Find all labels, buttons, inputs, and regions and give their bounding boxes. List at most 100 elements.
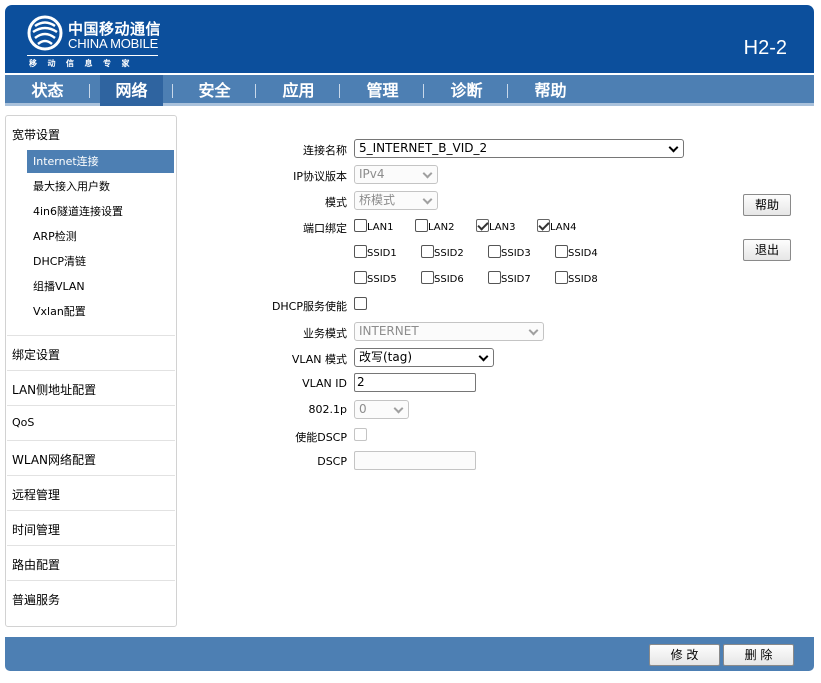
- dhcp-checkbox[interactable]: [354, 297, 367, 310]
- p8021-select[interactable]: 0: [354, 400, 409, 419]
- service-mode-value: INTERNET: [359, 324, 419, 338]
- ip-version-label: IP协议版本: [293, 170, 347, 183]
- sidebar-divider: [7, 440, 175, 441]
- nav-tab-apps[interactable]: 应用: [271, 75, 326, 106]
- ssid4-checkbox[interactable]: [555, 245, 568, 258]
- lan1-checkbox[interactable]: [354, 219, 367, 232]
- sidebar-group-binding[interactable]: 绑定设置: [6, 346, 176, 363]
- ssid8-checkbox[interactable]: [555, 271, 568, 284]
- ip-version-select[interactable]: IPv4: [354, 165, 438, 184]
- vlan-id-label: VLAN ID: [302, 377, 347, 390]
- ssid5-label: SSID5: [367, 274, 397, 285]
- sidebar-group-qos[interactable]: QoS: [6, 416, 176, 429]
- sidebar-item-vxlan[interactable]: Vxlan配置: [27, 300, 174, 323]
- header-bar: 中国移动通信 CHINA MOBILE 移动信息专家 H2-2: [5, 5, 814, 73]
- nav-tab-network[interactable]: 网络: [100, 75, 163, 106]
- footer-bar: 修 改 删 除: [5, 637, 814, 671]
- sidebar: 宽带设置 Internet连接 最大接入用户数 4in6隧道连接设置 ARP检测…: [5, 115, 177, 627]
- sidebar-divider: [7, 580, 175, 581]
- ssid6-label: SSID6: [434, 274, 464, 285]
- sidebar-group-time[interactable]: 时间管理: [6, 521, 176, 538]
- chevron-down-icon: [422, 168, 433, 179]
- nav-separator: [172, 84, 173, 98]
- ssid2-checkbox[interactable]: [421, 245, 434, 258]
- nav-separator: [507, 84, 508, 98]
- ssid3-label: SSID3: [501, 248, 531, 259]
- vlan-mode-select[interactable]: 改写(tag): [354, 348, 494, 367]
- sidebar-group-routing[interactable]: 路由配置: [6, 556, 176, 573]
- dscp-enable-label: 使能DSCP: [295, 431, 347, 444]
- ssid2-label: SSID2: [434, 248, 464, 259]
- sidebar-group-wlan[interactable]: WLAN网络配置: [6, 451, 176, 468]
- service-mode-label: 业务模式: [303, 327, 347, 340]
- ssid7-label: SSID7: [501, 274, 531, 285]
- ssid1-checkbox[interactable]: [354, 245, 367, 258]
- ssid3-checkbox[interactable]: [488, 245, 501, 258]
- p8021-label: 802.1p: [308, 403, 347, 416]
- sidebar-item-max-users[interactable]: 最大接入用户数: [27, 175, 174, 198]
- sidebar-item-dhcp-clear[interactable]: DHCP清链: [27, 250, 174, 273]
- nav-tab-diagnose[interactable]: 诊断: [439, 75, 494, 106]
- dscp-label: DSCP: [317, 455, 347, 468]
- lan3-checkbox[interactable]: [476, 219, 489, 232]
- lan2-label: LAN2: [428, 222, 455, 233]
- conn-name-select[interactable]: 5_INTERNET_B_VID_2: [354, 139, 684, 158]
- modify-button[interactable]: 修 改: [649, 644, 720, 666]
- ssid4-label: SSID4: [568, 248, 598, 259]
- dscp-enable-checkbox[interactable]: [354, 428, 367, 441]
- sidebar-item-arp[interactable]: ARP检测: [27, 225, 174, 248]
- sidebar-group-remote[interactable]: 远程管理: [6, 486, 176, 503]
- mode-label: 模式: [325, 196, 347, 209]
- ssid6-checkbox[interactable]: [421, 271, 434, 284]
- service-mode-select[interactable]: INTERNET: [354, 322, 544, 341]
- vlan-id-input[interactable]: 2: [354, 373, 476, 392]
- ssid5-checkbox[interactable]: [354, 271, 367, 284]
- ssid7-checkbox[interactable]: [488, 271, 501, 284]
- china-mobile-logo: 中国移动通信 CHINA MOBILE 移动信息专家: [27, 15, 177, 70]
- sidebar-item-multicast-vlan[interactable]: 组播VLAN: [27, 275, 174, 298]
- main-nav: 状态 网络 安全 应用 管理 诊断 帮助: [5, 75, 814, 106]
- lan2-checkbox[interactable]: [415, 219, 428, 232]
- ip-version-value: IPv4: [359, 167, 385, 181]
- nav-tab-help[interactable]: 帮助: [523, 75, 578, 106]
- sidebar-item-4in6[interactable]: 4in6隧道连接设置: [27, 200, 174, 223]
- nav-separator: [89, 84, 90, 98]
- exit-button[interactable]: 退出: [743, 239, 791, 261]
- lan4-checkbox[interactable]: [537, 219, 550, 232]
- mode-value: 桥模式: [359, 193, 396, 207]
- ssid1-label: SSID1: [367, 248, 397, 259]
- sidebar-group-broadband[interactable]: 宽带设置: [6, 126, 176, 143]
- vlan-mode-label: VLAN 模式: [291, 353, 347, 366]
- nav-separator: [255, 84, 256, 98]
- nav-tab-status[interactable]: 状态: [20, 75, 75, 106]
- dscp-input[interactable]: [354, 451, 476, 470]
- sidebar-divider: [7, 405, 175, 406]
- sidebar-item-internet[interactable]: Internet连接: [27, 150, 174, 173]
- chevron-down-icon: [393, 403, 404, 414]
- nav-separator: [423, 84, 424, 98]
- logo-divider: [27, 55, 158, 56]
- help-button[interactable]: 帮助: [743, 194, 791, 216]
- nav-separator: [339, 84, 340, 98]
- vlan-id-value: 2: [357, 375, 365, 389]
- sidebar-divider: [7, 475, 175, 476]
- chevron-down-icon: [422, 194, 433, 205]
- mode-select[interactable]: 桥模式: [354, 191, 438, 210]
- sidebar-divider: [7, 370, 175, 371]
- port-bind-label: 端口绑定: [303, 222, 347, 235]
- delete-button[interactable]: 删 除: [723, 644, 794, 666]
- sidebar-divider: [7, 335, 175, 336]
- lan4-label: LAN4: [550, 222, 577, 233]
- ssid8-label: SSID8: [568, 274, 598, 285]
- vlan-mode-value: 改写(tag): [359, 350, 413, 364]
- sidebar-divider: [7, 545, 175, 546]
- nav-tab-security[interactable]: 安全: [187, 75, 242, 106]
- nav-tab-manage[interactable]: 管理: [355, 75, 410, 106]
- p8021-value: 0: [359, 402, 367, 416]
- sidebar-group-lan[interactable]: LAN侧地址配置: [6, 381, 176, 398]
- device-model: H2-2: [743, 37, 787, 59]
- lan3-label: LAN3: [489, 222, 516, 233]
- sidebar-group-universal[interactable]: 普遍服务: [6, 591, 176, 608]
- china-mobile-logo-icon: [27, 15, 63, 51]
- dhcp-label: DHCP服务使能: [271, 300, 347, 313]
